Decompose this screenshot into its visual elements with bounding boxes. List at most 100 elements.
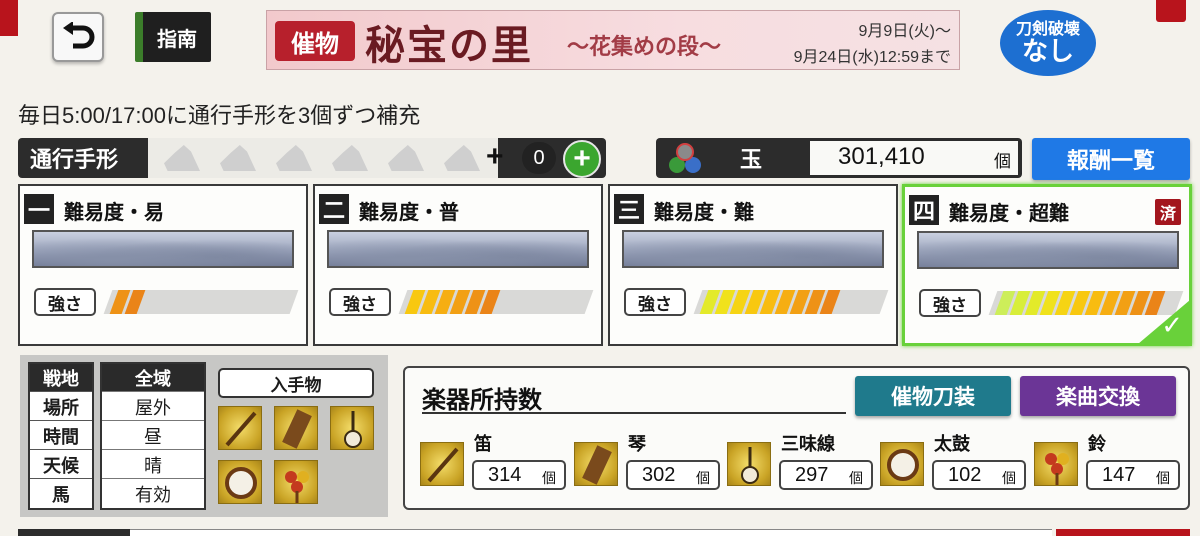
landscape-image: [327, 230, 589, 268]
condition-label-horse: 馬: [52, 485, 70, 506]
refill-note: 毎日5:00/17:00に通行手形を3個ずつ補充: [18, 103, 421, 128]
gem-value: 301,410: [838, 143, 925, 170]
landscape-image: [917, 231, 1179, 269]
obtain-header: 入手物: [218, 368, 374, 398]
pass-slot-icon: [444, 145, 480, 171]
strength-meter: [988, 291, 1184, 315]
instrument-item: 鈴 147 個: [1034, 430, 1184, 494]
pass-label: 通行手形: [30, 147, 119, 172]
instrument-count: 302: [642, 464, 676, 486]
difficulty-number: 四: [909, 195, 939, 225]
instrument-item: 太鼓 102 個: [880, 430, 1030, 494]
instrument-count-box: 314 個: [472, 460, 566, 490]
instrument-count-box: 297 個: [779, 460, 873, 490]
koto-icon[interactable]: [274, 406, 318, 450]
condition-values: 全域 屋外 昼 晴 有効: [100, 362, 206, 510]
instrument-name: 笛: [474, 434, 492, 455]
instrument-item: 笛 314 個: [420, 430, 570, 494]
condition-value-location: 屋外: [102, 393, 204, 421]
difficulty-title: 難易度・普: [359, 200, 459, 224]
no-sword-break-badge: 刀剣破壊 なし: [1000, 10, 1096, 76]
close-tab-decoration[interactable]: [1156, 0, 1186, 22]
bottom-bar-middle: [130, 529, 1052, 536]
instrument-count: 314: [488, 464, 522, 486]
instrument-name: 三味線: [781, 434, 835, 455]
event-tag: 催物: [275, 21, 355, 61]
event-start-date: 9月9日(火)〜: [858, 23, 951, 40]
event-banner[interactable]: 催物 秘宝の里 〜花集めの段〜 9月9日(火)〜 9月24日(水)12:59まで: [266, 10, 960, 70]
add-pass-button[interactable]: +: [563, 140, 601, 178]
instrument-title: 楽器所持数: [422, 385, 542, 414]
back-button[interactable]: [52, 12, 104, 62]
badge-line1: 刀剣破壊: [1015, 18, 1080, 38]
difficulty-card-2[interactable]: 二 難易度・普 強さ: [313, 184, 603, 346]
strength-label: 強さ: [34, 288, 96, 316]
condition-label-time: 時間: [30, 422, 92, 450]
checkmark-icon: ✓: [1161, 311, 1183, 341]
condition-label-weather: 天候: [30, 451, 92, 479]
instrument-unit: 個: [542, 471, 556, 487]
taiko-drum-icon[interactable]: [218, 460, 262, 504]
difficulty-card-3[interactable]: 三 難易度・難 強さ: [608, 184, 898, 346]
gem-unit: 個: [994, 152, 1011, 172]
instrument-unit: 個: [1002, 471, 1016, 487]
instrument-unit: 個: [696, 471, 710, 487]
landscape-image: [32, 230, 294, 268]
bell-icon: [1034, 442, 1078, 486]
instrument-name: 琴: [628, 434, 646, 455]
instrument-count: 297: [795, 464, 829, 486]
difficulty-number: 二: [319, 194, 349, 224]
return-arrow-icon: [63, 22, 95, 49]
instrument-count-box: 302 個: [626, 460, 720, 490]
pass-slot-icon: [164, 145, 200, 171]
shamisen-icon: [727, 442, 771, 486]
song-exchange-button[interactable]: 楽曲交換: [1020, 376, 1176, 416]
bell-icon[interactable]: [274, 460, 318, 504]
pass-slots: [148, 138, 498, 178]
condition-label-battlefield: 戦地: [30, 364, 92, 392]
instrument-unit: 個: [849, 471, 863, 487]
gem-orbs-icon: [669, 143, 701, 173]
event-sword-button[interactable]: 催物刀装: [855, 376, 1011, 416]
difficulty-title: 難易度・難: [654, 200, 754, 224]
difficulty-title: 難易度・超難: [949, 201, 1069, 225]
title-underline: [422, 412, 846, 414]
gem-label: 玉: [740, 147, 763, 173]
difficulty-card-4[interactable]: 四 難易度・超難 済 強さ ✓: [902, 184, 1192, 346]
difficulty-number: 三: [614, 194, 644, 224]
strength-meter: [693, 290, 889, 314]
guide-button[interactable]: 指南: [135, 12, 211, 62]
condition-value-horse: 有効: [135, 485, 171, 506]
bottom-bar-right: [1056, 529, 1190, 536]
rewards-list-button[interactable]: 報酬一覧: [1032, 138, 1190, 180]
difficulty-number: 一: [24, 194, 54, 224]
event-title: 秘宝の里: [365, 22, 533, 69]
instrument-name: 鈴: [1088, 434, 1106, 455]
bottom-bar-left: [18, 529, 130, 536]
condition-value-time: 昼: [102, 422, 204, 450]
pass-slot-icon: [220, 145, 256, 171]
taiko-drum-icon: [880, 442, 924, 486]
pass-slot-icon: [388, 145, 424, 171]
shamisen-icon[interactable]: [330, 406, 374, 450]
flute-icon: [420, 442, 464, 486]
condition-label-location: 場所: [30, 393, 92, 421]
strength-label: 強さ: [329, 288, 391, 316]
condition-value-battlefield: 全域: [102, 364, 204, 392]
instrument-item: 三味線 297 個: [727, 430, 877, 494]
strength-label: 強さ: [919, 289, 981, 317]
strength-label: 強さ: [624, 288, 686, 316]
flute-icon[interactable]: [218, 406, 262, 450]
instrument-name: 太鼓: [934, 434, 970, 455]
pass-slot-icon: [276, 145, 312, 171]
instrument-count-box: 147 個: [1086, 460, 1180, 490]
pass-plus-sign: +: [486, 140, 504, 173]
difficulty-card-1[interactable]: 一 難易度・易 強さ: [18, 184, 308, 346]
event-subtitle: 〜花集めの段〜: [567, 34, 722, 60]
strength-meter: [103, 290, 299, 314]
pass-count: 0: [522, 142, 556, 174]
badge-line2: なし: [1021, 36, 1074, 67]
instrument-count: 147: [1102, 464, 1136, 486]
instrument-unit: 個: [1156, 471, 1170, 487]
instrument-item: 琴 302 個: [574, 430, 724, 494]
